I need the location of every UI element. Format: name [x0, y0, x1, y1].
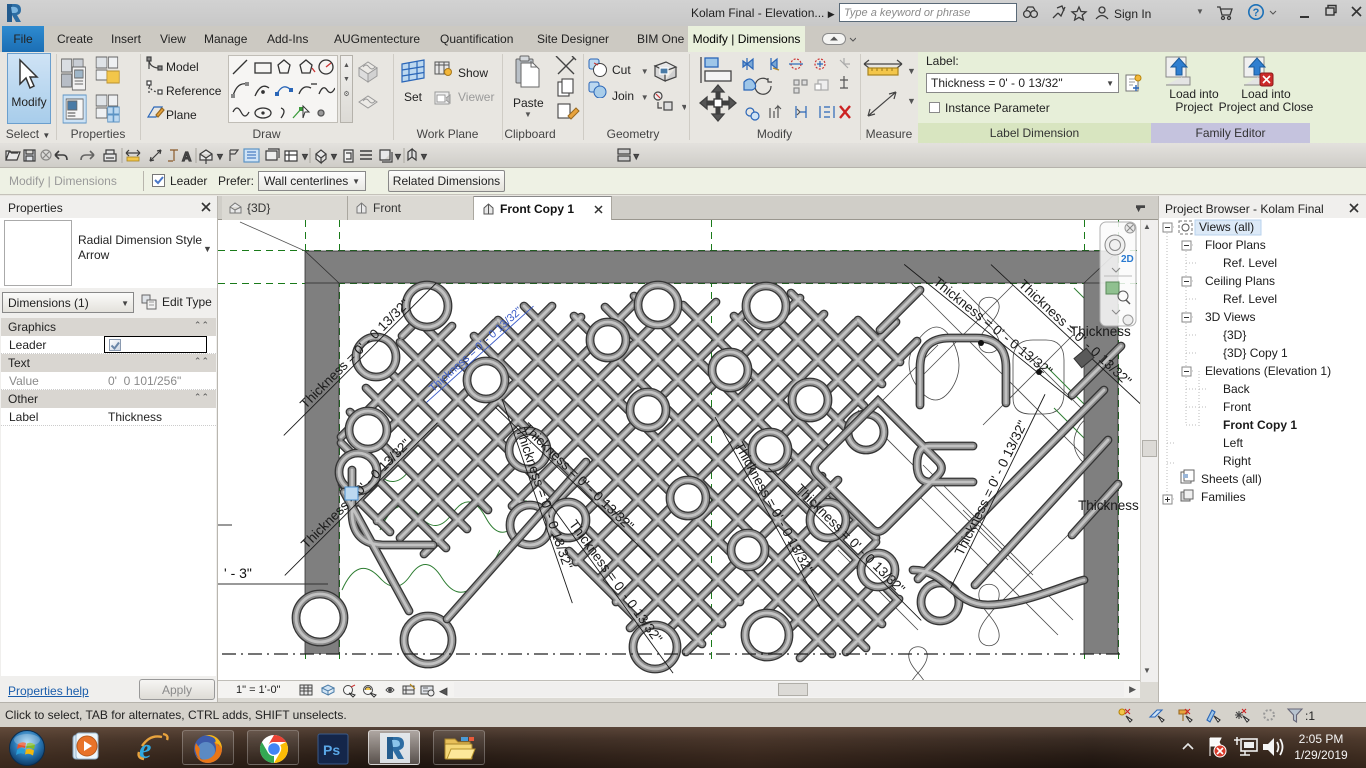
svg-text:▼: ▼ [680, 102, 686, 112]
svg-text:Views (all): Views (all) [1199, 220, 1254, 234]
svg-text:▼: ▼ [301, 152, 309, 161]
svg-text:Left: Left [1223, 436, 1244, 450]
svg-text:Elevations (Elevation 1): Elevations (Elevation 1) [1205, 364, 1331, 378]
svg-text::1: :1 [1305, 709, 1315, 723]
svg-text:Floor Plans: Floor Plans [1205, 238, 1266, 252]
svg-text:{3D} Copy 1: {3D} Copy 1 [1223, 346, 1288, 360]
svg-text:Front: Front [1223, 400, 1252, 414]
svg-text:Front Copy 1: Front Copy 1 [1223, 418, 1297, 432]
svg-text:?: ? [1253, 7, 1260, 19]
svg-text:2D: 2D [1121, 254, 1134, 265]
svg-text:Ceiling Plans: Ceiling Plans [1205, 274, 1275, 288]
svg-text:Sign In: Sign In [1114, 7, 1151, 21]
svg-text:Back: Back [1223, 382, 1251, 396]
svg-text:▼: ▼ [216, 152, 224, 161]
svg-text:Ref. Level: Ref. Level [1223, 292, 1277, 306]
svg-text:3D Views: 3D Views [1205, 310, 1255, 324]
svg-text:Thickness: Thickness [1078, 498, 1139, 513]
svg-text:▼: ▼ [394, 152, 402, 161]
svg-text:▼: ▼ [330, 152, 338, 161]
svg-text:' - 3": ' - 3" [224, 565, 252, 581]
svg-text:Ps: Ps [323, 742, 340, 758]
svg-text:▼: ▼ [907, 66, 914, 76]
svg-text:Families: Families [1201, 490, 1246, 504]
svg-text:Right: Right [1223, 454, 1252, 468]
svg-text:▾: ▾ [634, 151, 639, 161]
svg-text:{3D}: {3D} [1223, 328, 1246, 342]
svg-text:◀: ◀ [440, 686, 447, 696]
svg-text:A: A [182, 149, 192, 164]
svg-text:Ref. Level: Ref. Level [1223, 256, 1277, 270]
svg-text:▼: ▼ [420, 152, 428, 161]
svg-text:Sheets (all): Sheets (all) [1201, 472, 1262, 486]
svg-text:▼: ▼ [907, 96, 914, 106]
